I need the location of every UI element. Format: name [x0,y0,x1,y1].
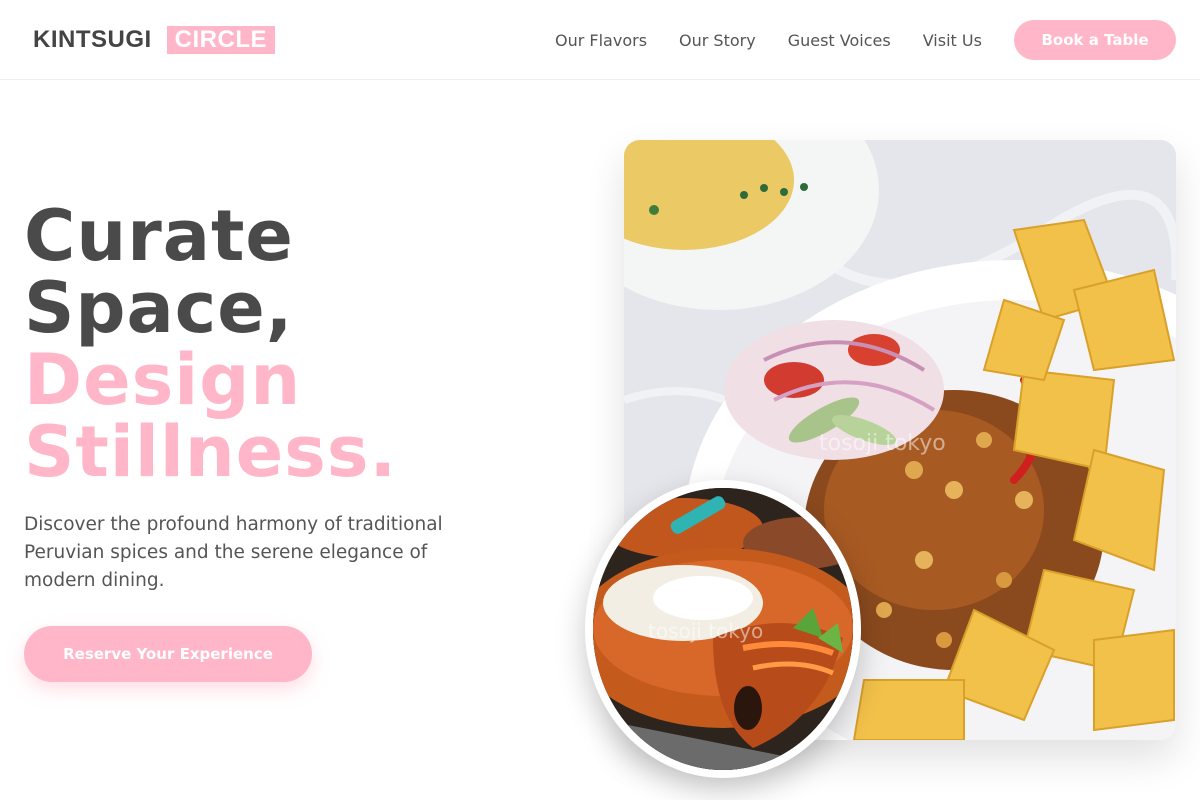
headline-line-1: Curate [24,195,294,277]
svg-text:tosoji tokyo: tosoji tokyo [819,431,946,456]
headline-line-3: Design [24,339,302,421]
headline-line-4: Stillness. [24,411,398,493]
hero-headline: Curate Space, Design Stillness. [24,200,544,488]
book-table-button[interactable]: Book a Table [1014,20,1176,60]
main-nav: Our Flavors Our Story Guest Voices Visit… [555,28,982,52]
brand-accent: CIRCLE [166,26,276,54]
headline-line-2: Space, [24,267,294,349]
hero-description: Discover the profound harmony of traditi… [24,514,443,591]
nav-our-flavors[interactable]: Our Flavors [555,31,647,50]
svg-text:tosoji tokyo: tosoji tokyo [648,619,763,643]
reserve-experience-button[interactable]: Reserve Your Experience [24,626,312,682]
nav-our-story[interactable]: Our Story [679,31,756,50]
nav-guest-voices[interactable]: Guest Voices [788,31,891,50]
site-header: KINTSUGI CIRCLE Our Flavors Our Story Gu… [0,0,1200,80]
nav-visit-us[interactable]: Visit Us [923,31,982,50]
inset-dish-photo: tosoji tokyo [585,480,861,778]
brand-name: KINTSUGI [33,26,152,53]
brand-logo[interactable]: KINTSUGI CIRCLE [33,26,276,54]
